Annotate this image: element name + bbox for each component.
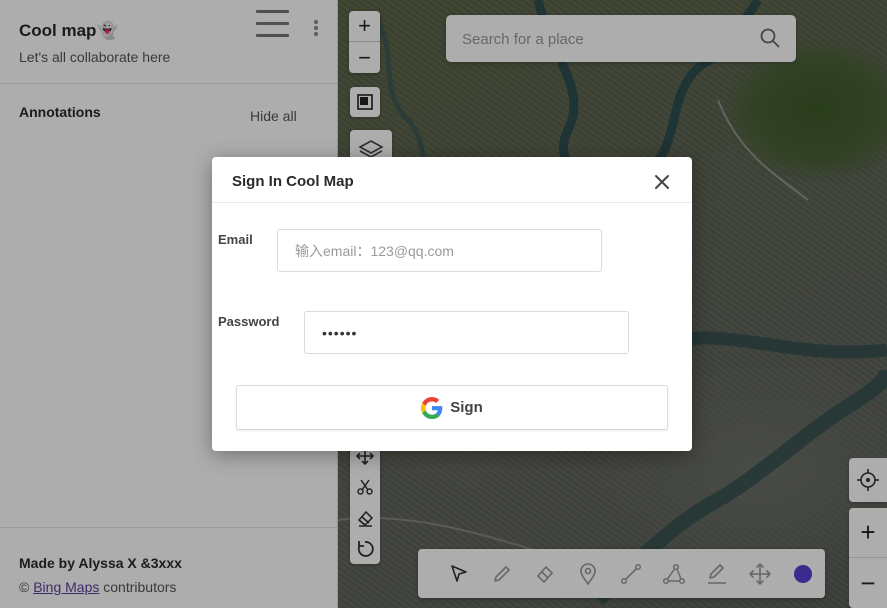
email-label: Email [218,232,253,247]
password-label: Password [218,314,280,329]
google-sign-button[interactable]: Sign [236,385,668,430]
sign-button-label: Sign [450,399,483,416]
close-icon[interactable] [654,174,670,190]
password-field[interactable] [304,311,629,354]
google-logo-icon [421,396,443,419]
email-field[interactable] [277,229,602,272]
dialog-title: Sign In Cool Map [232,173,354,190]
sign-in-dialog: Sign In Cool Map Email Password Sign [212,157,692,451]
dialog-header: Sign In Cool Map [212,157,692,203]
